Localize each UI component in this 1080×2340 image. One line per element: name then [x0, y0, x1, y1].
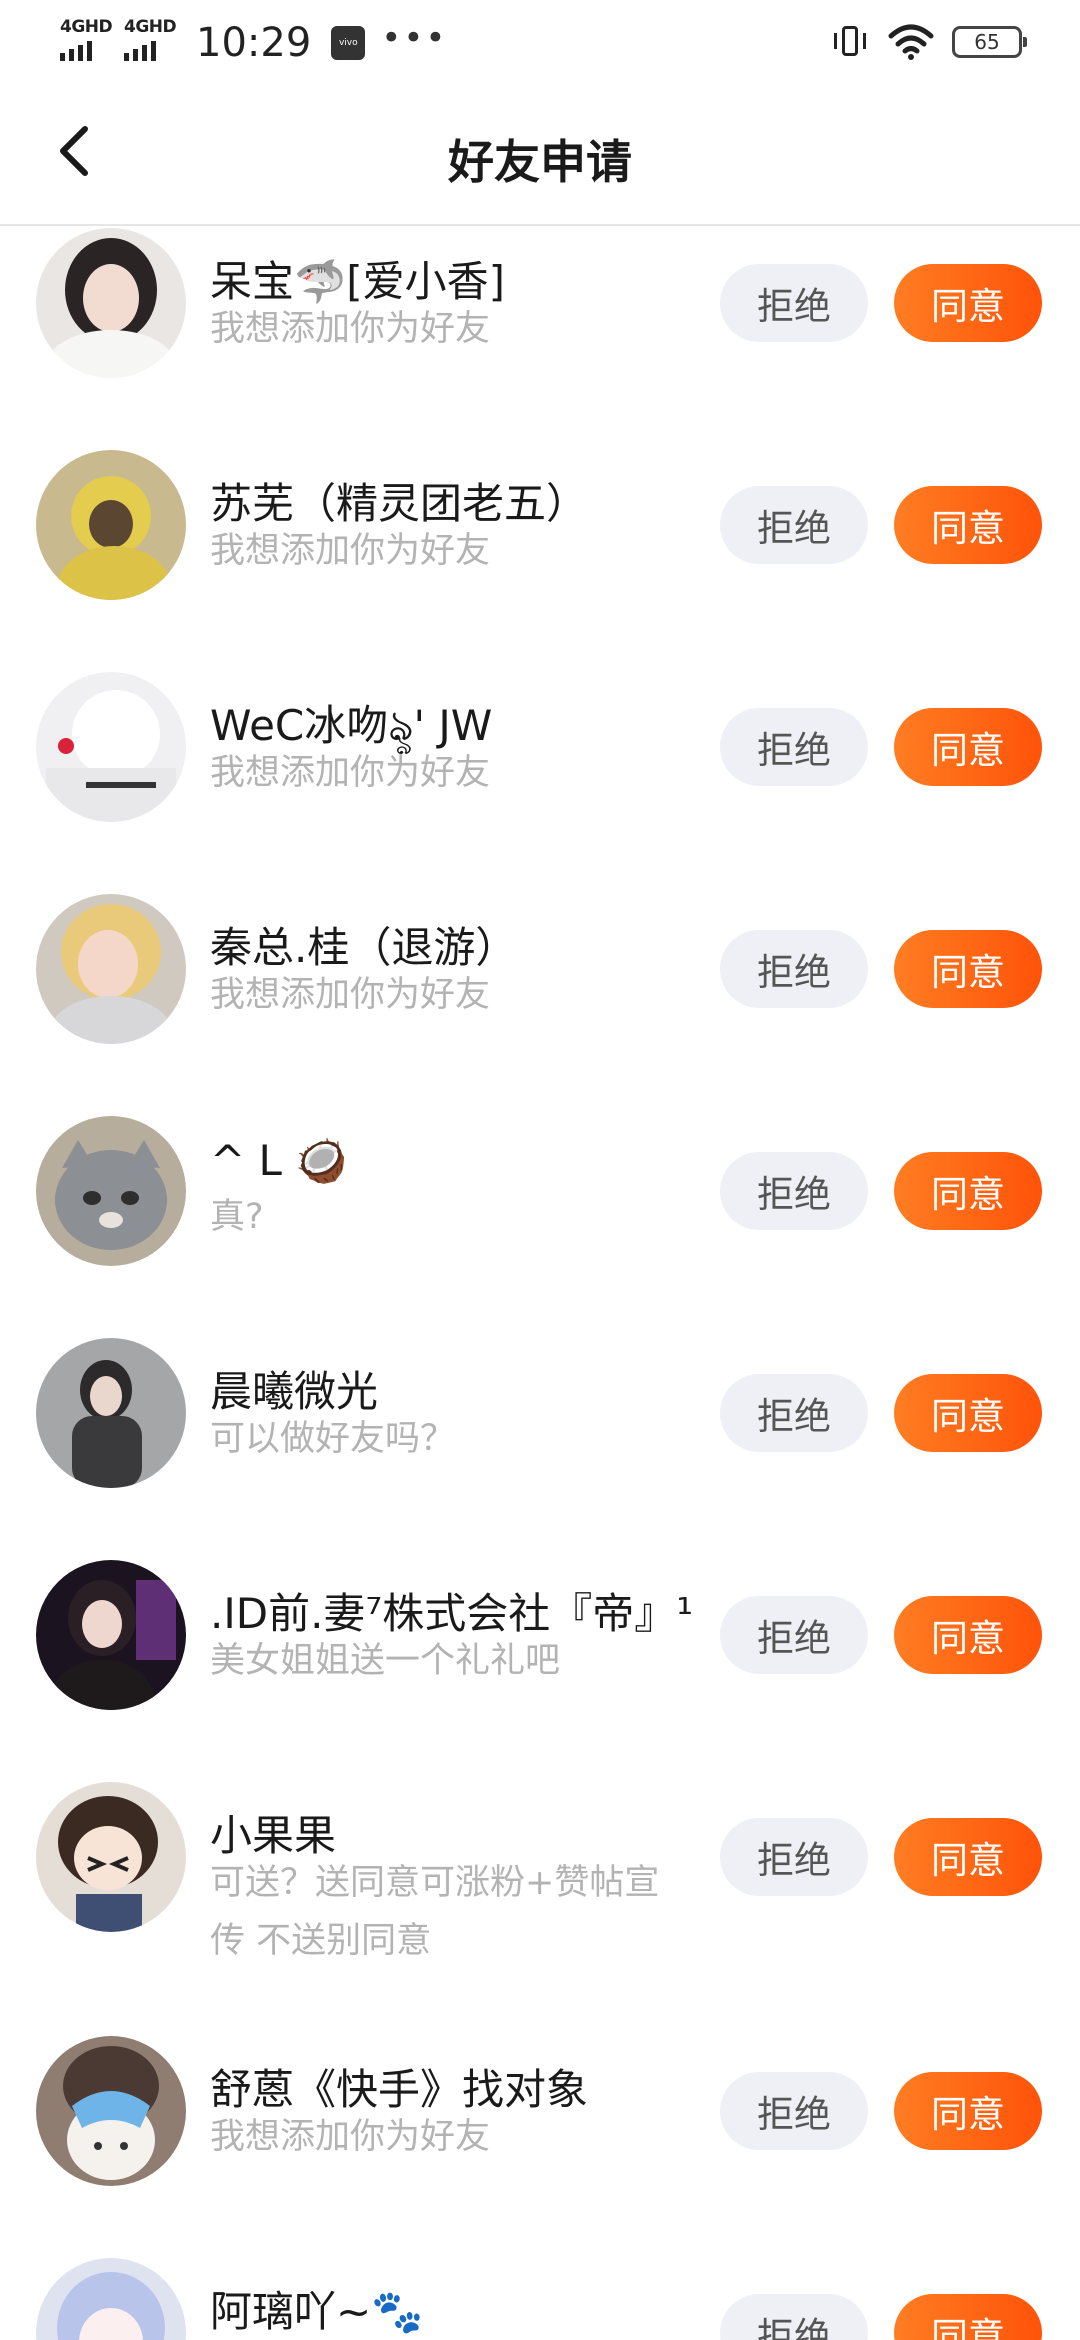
reject-button[interactable]: 拒绝 [720, 708, 868, 786]
reject-button[interactable]: 拒绝 [720, 264, 868, 342]
network-type-1: 4GHD [60, 17, 113, 37]
friend-request-list[interactable]: 呆宝🦈[爱小香] 我想添加你为好友 拒绝 同意 苏芜（精灵团老五） 我想添加你为… [0, 226, 1080, 2340]
request-message: 我想添加你为好友 [210, 753, 491, 793]
accept-button[interactable]: 同意 [894, 1374, 1042, 1452]
accept-button[interactable]: 同意 [894, 1152, 1042, 1230]
page-title: 好友申请 [448, 135, 632, 189]
avatar[interactable] [36, 1116, 186, 1266]
avatar[interactable] [36, 2036, 186, 2186]
vibrate-icon [830, 22, 870, 62]
battery-level: 65 [974, 30, 1000, 54]
status-bar: 4GHD 4GHD 10:29 vivo ••• 65 [0, 0, 1080, 86]
avatar[interactable] [36, 1782, 186, 1932]
reject-button[interactable]: 拒绝 [720, 1596, 868, 1674]
app-notification-icon: vivo [331, 26, 366, 60]
more-notifications-icon: ••• [381, 18, 448, 58]
reject-button[interactable]: 拒绝 [720, 1152, 868, 1230]
avatar[interactable] [36, 228, 186, 378]
accept-button[interactable]: 同意 [894, 1596, 1042, 1674]
request-message: 真? [210, 1197, 264, 1237]
reject-button[interactable]: 拒绝 [720, 1818, 868, 1896]
accept-button[interactable]: 同意 [894, 2072, 1042, 2150]
reject-button[interactable]: 拒绝 [720, 1374, 868, 1452]
request-message: 可以做好友吗？ [210, 1419, 456, 1459]
reject-button[interactable]: 拒绝 [720, 930, 868, 1008]
accept-button[interactable]: 同意 [894, 264, 1042, 342]
request-message: 我想添加你为好友 [210, 309, 491, 349]
reject-button[interactable]: 拒绝 [720, 2294, 868, 2340]
avatar[interactable] [36, 672, 186, 822]
network-type-2: 4GHD [124, 17, 177, 37]
wifi-icon [888, 24, 934, 60]
requester-name: ^ L 🥥 [210, 1136, 348, 1185]
cellular-signal-icon: 4GHD [122, 15, 177, 65]
reject-button[interactable]: 拒绝 [720, 486, 868, 564]
request-message: 美女姐姐送一个礼礼吧 [210, 1641, 561, 1681]
avatar[interactable] [36, 1560, 186, 1710]
avatar[interactable] [36, 450, 186, 600]
header: 好友申请 [0, 86, 1080, 226]
avatar[interactable] [36, 1338, 186, 1488]
accept-button[interactable]: 同意 [894, 2294, 1042, 2340]
cellular-signal-icon: 4GHD [58, 15, 113, 65]
avatar[interactable] [36, 2258, 186, 2340]
accept-button[interactable]: 同意 [894, 708, 1042, 786]
accept-button[interactable]: 同意 [894, 486, 1042, 564]
status-time: 10:29 [196, 20, 312, 66]
request-message: 我想添加你为好友 [210, 975, 491, 1015]
request-message: 可送？送同意可涨粉+赞帖宣传 不送别同意 [210, 1863, 660, 1961]
request-message: 我想添加你为好友 [210, 2117, 491, 2157]
battery-icon: 65 [952, 26, 1027, 58]
requester-name: 阿璃吖~🐾 [210, 2287, 424, 2336]
reject-button[interactable]: 拒绝 [720, 2072, 868, 2150]
accept-button[interactable]: 同意 [894, 1818, 1042, 1896]
avatar[interactable] [36, 894, 186, 1044]
request-message: 我想添加你为好友 [210, 531, 491, 571]
accept-button[interactable]: 同意 [894, 930, 1042, 1008]
